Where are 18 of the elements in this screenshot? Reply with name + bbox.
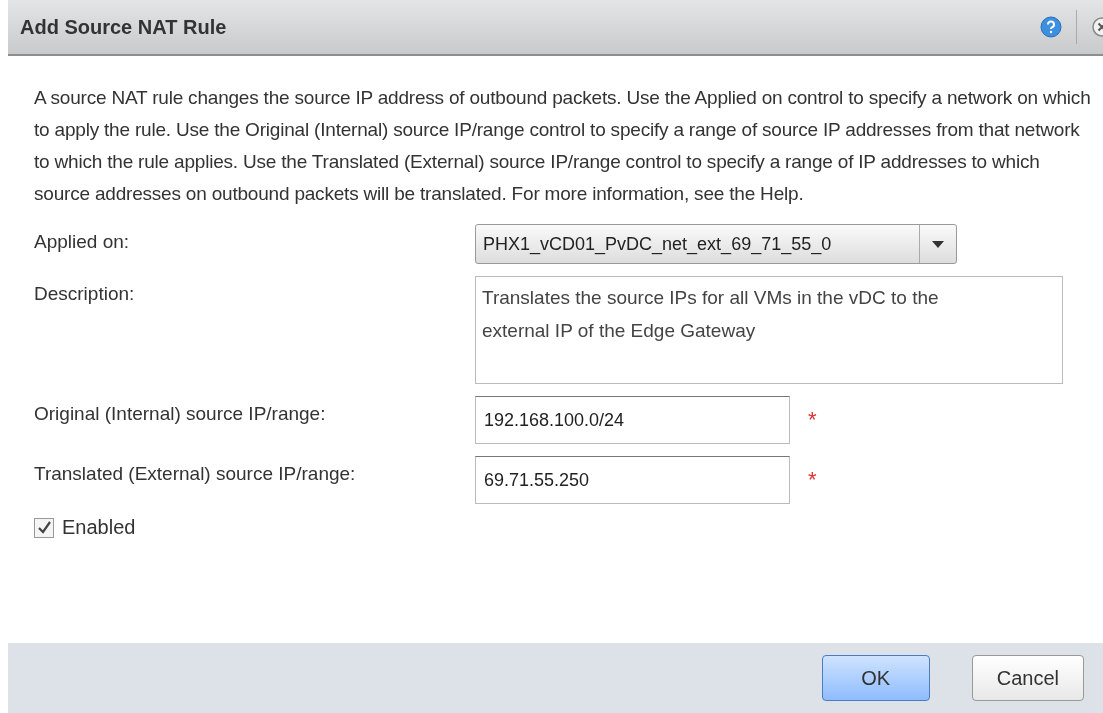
caret-icon — [932, 240, 944, 248]
field-label: Description: — [34, 282, 136, 306]
required-mark: * — [808, 468, 817, 492]
network-dropdown[interactable]: PHX1_vCD01_PvDC_net_ext_69_71_55_0 — [475, 224, 957, 264]
dialog-button[interactable]: Cancel — [971, 655, 1084, 701]
window-title: Add Source NAT Rule — [20, 15, 227, 39]
field-label: Original (Internal) source IP/range: — [34, 402, 327, 426]
field-label: Translated (External) source IP/range: — [34, 462, 357, 486]
input-field[interactable]: 69.71.55.250 — [475, 456, 790, 504]
help-icon[interactable] — [1040, 16, 1062, 38]
input-field[interactable]: 192.168.100.0/24 — [475, 396, 790, 444]
field-label: Applied on: — [34, 230, 131, 254]
checkbox[interactable] — [34, 517, 54, 538]
checkbox-label: Enabled — [62, 516, 136, 539]
description-text: A source NAT rule changes the source IP address of outbound packets. Use the Applied on control to specify a network on which to apply the rule. Use the Original (Internal) source IP/range control to specify a range of source IP addresses from that network to which the rule applies. Use the Translated (External) source IP/range control to specify a range of IP addresses to which source addresses on outbound packets will be translated. For more information, see the Help. — [34, 86, 1092, 206]
dialog-button[interactable]: OK — [821, 655, 930, 701]
description-field[interactable]: Translates the source IPs for all VMs in the vDC to the external IP of the Edge Gateway — [475, 276, 1063, 384]
required-mark: * — [808, 408, 817, 432]
